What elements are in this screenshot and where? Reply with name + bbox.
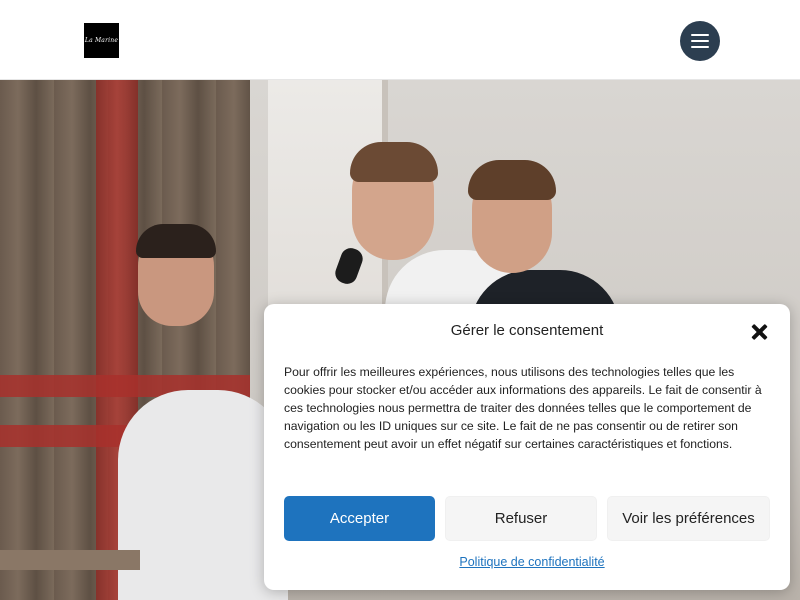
hamburger-icon-bar [691, 40, 709, 42]
refuse-button[interactable]: Refuser [445, 496, 597, 541]
cookie-consent-dialog: Gérer le consentement Pour offrir les me… [264, 304, 790, 590]
hamburger-icon [691, 34, 709, 36]
privacy-policy-link[interactable]: Politique de confidentialité [264, 555, 800, 569]
preferences-button[interactable]: Voir les préférences [607, 496, 770, 541]
person-right-hair [468, 160, 556, 200]
logo-text: La Marine [84, 37, 119, 44]
close-icon[interactable] [749, 321, 771, 343]
menu-button[interactable] [680, 21, 720, 61]
consent-text: Pour offrir les meilleures expériences, … [284, 365, 762, 451]
hero-table [0, 550, 140, 570]
consent-title: Gérer le consentement [450, 322, 604, 339]
person-left-hair [136, 224, 216, 258]
site-header: La Marine [0, 0, 800, 80]
accept-button[interactable]: Accepter [284, 496, 435, 541]
person-center-hair [350, 142, 438, 182]
person-left-body [118, 390, 288, 600]
site-logo[interactable]: La Marine [84, 23, 119, 58]
hamburger-icon-bar [691, 46, 709, 48]
